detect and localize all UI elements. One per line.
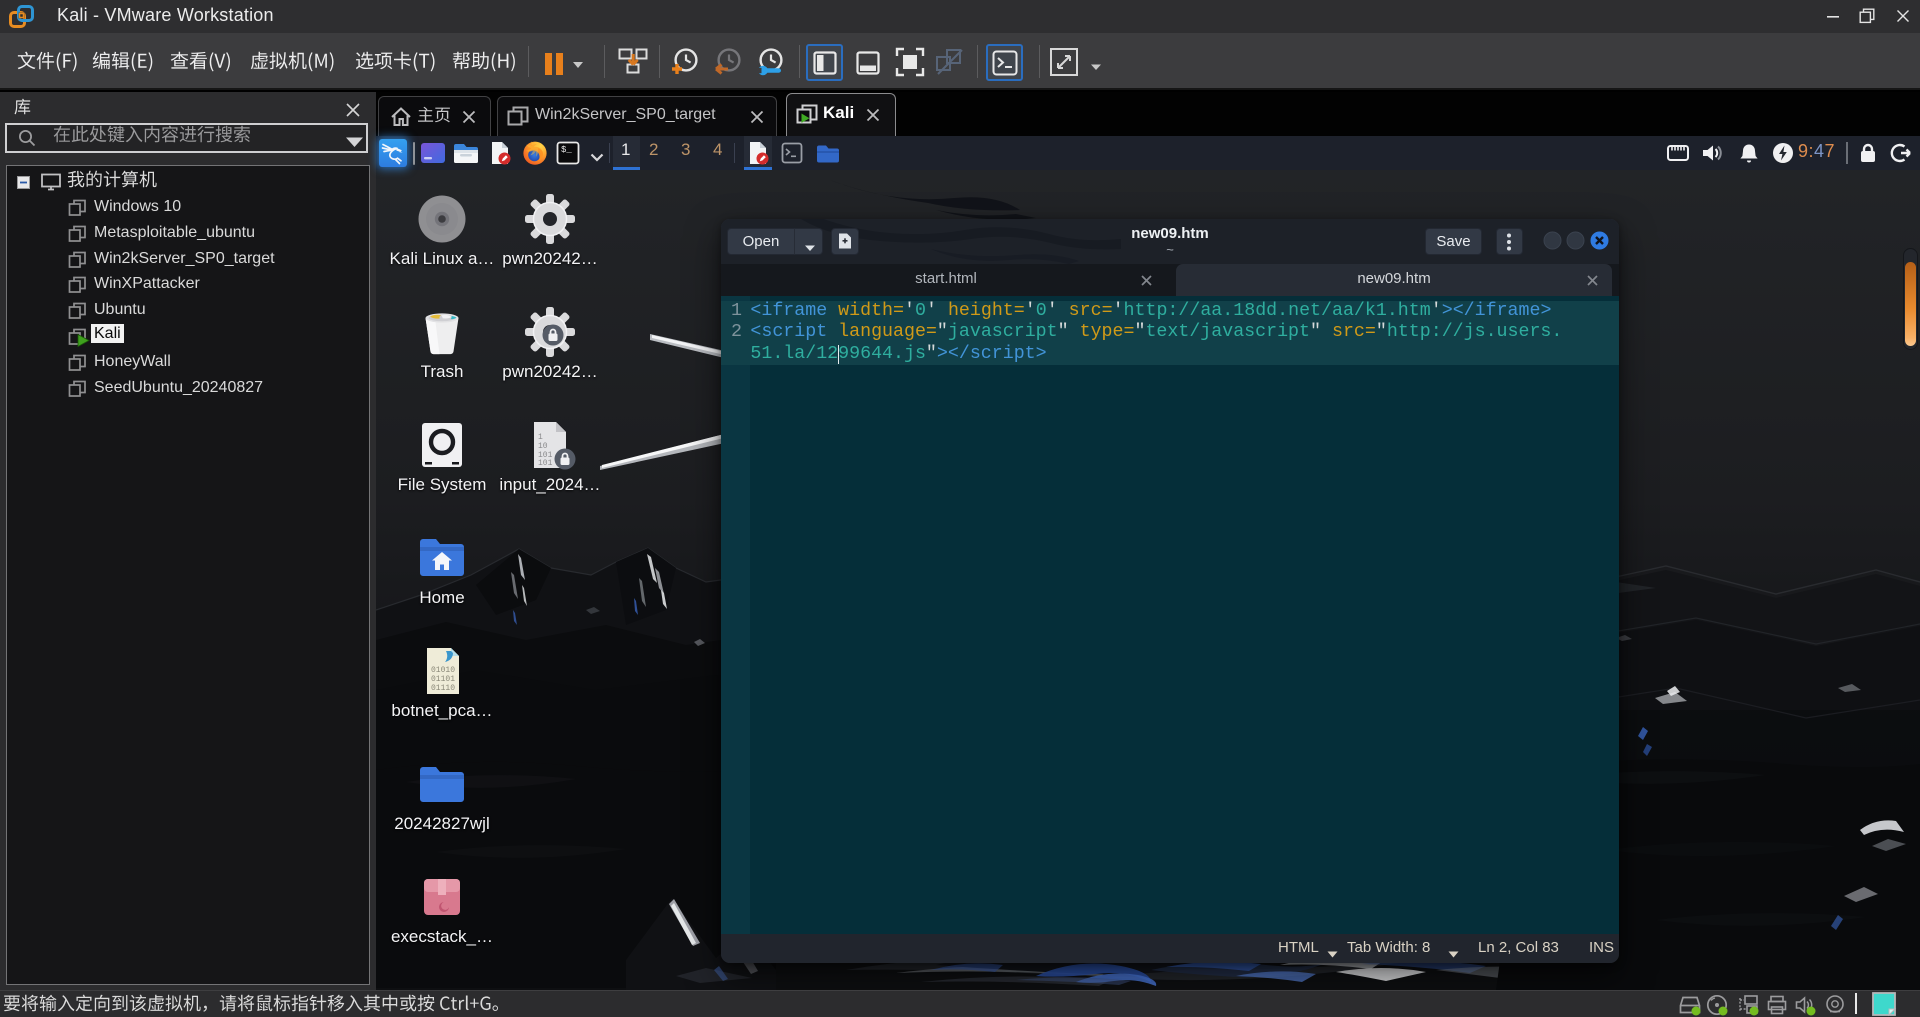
svg-text:$_: $_ [561,145,572,155]
svg-text:10: 10 [538,442,548,451]
svg-text:01110: 01110 [431,684,455,693]
svg-text:101: 101 [538,459,553,468]
svg-text:01010: 01010 [431,666,455,675]
svg-text:01101: 01101 [431,675,455,684]
svg-text:1: 1 [538,433,543,442]
